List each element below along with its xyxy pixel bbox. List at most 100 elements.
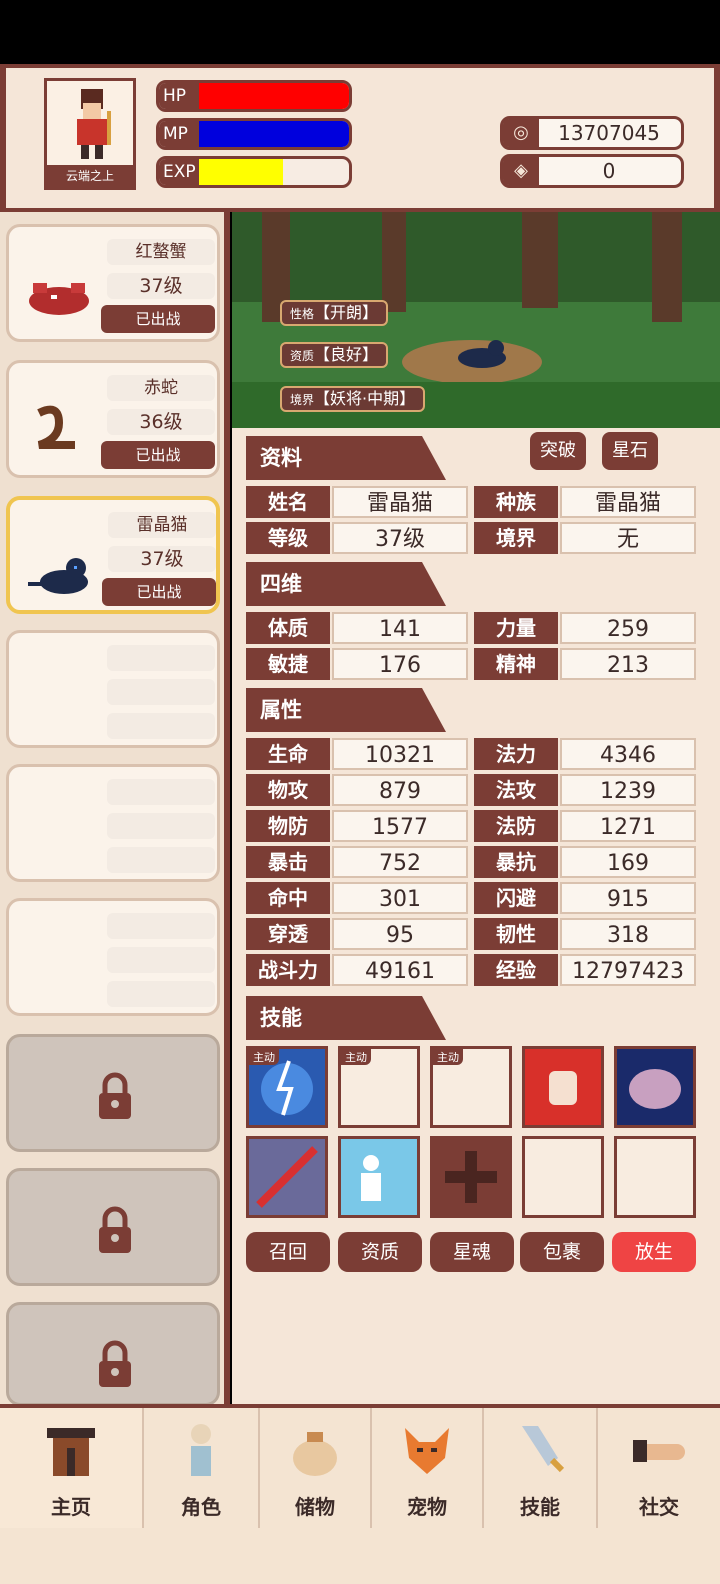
attr-value: 12797423 — [560, 954, 696, 986]
pet-slot-locked[interactable] — [6, 1302, 220, 1406]
pet-slot-locked[interactable] — [6, 1034, 220, 1152]
stat-key: 力量 — [474, 612, 558, 644]
info-row: 姓名 雷晶猫 种族 雷晶猫 — [246, 486, 698, 520]
attr-value: 4346 — [560, 738, 696, 770]
lock-icon — [99, 1340, 131, 1387]
bag-icon — [293, 1432, 337, 1476]
skill-slot-empty[interactable] — [522, 1136, 604, 1218]
nav-character-label: 角色 — [181, 1495, 221, 1519]
pet-slot[interactable]: 红螯蟹 37级 已出战 — [6, 224, 220, 342]
attr-key: 暴抗 — [474, 846, 558, 878]
pet-name: 赤蛇 — [107, 375, 215, 401]
gate-icon — [47, 1428, 95, 1476]
status-bar — [0, 0, 720, 64]
stat-value: 176 — [332, 648, 468, 680]
aptitude-value: 【良好】 — [314, 345, 379, 364]
realm-value: 【妖将·中期】 — [314, 389, 416, 408]
player-avatar[interactable]: 云端之上 — [44, 78, 136, 190]
attr-value: 10321 — [332, 738, 468, 770]
attr-value: 301 — [332, 882, 468, 914]
aptitude-tag: 资质【良好】 — [280, 342, 389, 368]
pet-deploy-button[interactable]: 已出战 — [101, 305, 215, 333]
release-button[interactable]: 放生 — [612, 1232, 696, 1272]
player-sprite-icon — [77, 89, 111, 159]
bottom-strip — [0, 1528, 720, 1584]
attr-key: 穿透 — [246, 918, 330, 950]
bag-button[interactable]: 包裹 — [520, 1232, 604, 1272]
attr-key: 命中 — [246, 882, 330, 914]
skill-slot-empty[interactable]: 主动 — [338, 1046, 420, 1128]
pet-slot-locked[interactable] — [6, 1168, 220, 1286]
mp-fill — [199, 121, 349, 147]
attr-value: 752 — [332, 846, 468, 878]
bottom-nav: 主页 角色 储物 宠物 技能 社交 — [0, 1404, 720, 1528]
pet-slot-empty[interactable] — [6, 898, 220, 1016]
attr-key: 经验 — [474, 954, 558, 986]
info-value: 雷晶猫 — [332, 486, 468, 518]
stat-value: 141 — [332, 612, 468, 644]
info-value: 雷晶猫 — [560, 486, 696, 518]
exp-bar: EXP — [156, 156, 352, 188]
crab-icon — [29, 283, 89, 315]
skill-slot[interactable]: 主动 — [246, 1046, 328, 1128]
skill-slot[interactable] — [338, 1136, 420, 1218]
nav-character[interactable]: 角色 — [144, 1408, 260, 1528]
attr-key: 法力 — [474, 738, 558, 770]
breakthrough-button[interactable]: 突破 — [530, 432, 586, 470]
attr-key: 闪避 — [474, 882, 558, 914]
starstone-button[interactable]: 星石 — [602, 432, 658, 470]
mp-label: MP — [159, 121, 199, 147]
nav-skills[interactable]: 技能 — [484, 1408, 598, 1528]
personality-value: 【开朗】 — [314, 303, 379, 322]
stat-row: 体质 141 力量 259 — [246, 612, 698, 646]
attr-key: 战斗力 — [246, 954, 330, 986]
attr-key: 物攻 — [246, 774, 330, 806]
slash-skill-icon — [249, 1139, 325, 1215]
starsoul-button[interactable]: 星魂 — [430, 1232, 514, 1272]
recall-button[interactable]: 召回 — [246, 1232, 330, 1272]
pet-slot-empty[interactable] — [6, 764, 220, 882]
realm-tag: 境界【妖将·中期】 — [280, 386, 426, 412]
skill-slot[interactable] — [246, 1136, 328, 1218]
pet-name: 雷晶猫 — [108, 512, 216, 538]
attr-value: 1577 — [332, 810, 468, 842]
attr-key: 暴击 — [246, 846, 330, 878]
nav-pets[interactable]: 宠物 — [372, 1408, 484, 1528]
section-attrs: 属性 — [246, 688, 446, 732]
skill-slot[interactable] — [614, 1046, 696, 1128]
nav-home[interactable]: 主页 — [0, 1408, 144, 1528]
info-key: 境界 — [474, 522, 558, 554]
pet-deploy-button[interactable]: 已出战 — [101, 441, 215, 469]
skill-active-tag: 主动 — [249, 1049, 279, 1065]
pet-level: 36级 — [107, 409, 215, 435]
hp-label: HP — [159, 83, 199, 109]
pet-deploy-button[interactable]: 已出战 — [102, 578, 216, 606]
add-skill-button[interactable] — [430, 1136, 512, 1218]
stat-row: 敏捷 176 精神 213 — [246, 648, 698, 682]
hp-fill — [199, 83, 349, 109]
stat-key: 体质 — [246, 612, 330, 644]
pet-slot[interactable]: 赤蛇 36级 已出战 — [6, 360, 220, 478]
speed-skill-icon — [341, 1139, 417, 1215]
pet-slot-selected[interactable]: 雷晶猫 37级 已出战 — [6, 496, 220, 614]
skill-slot[interactable] — [522, 1046, 604, 1128]
stat-key: 精神 — [474, 648, 558, 680]
nav-social[interactable]: 社交 — [598, 1408, 720, 1528]
stat-key: 敏捷 — [246, 648, 330, 680]
info-key: 姓名 — [246, 486, 330, 518]
pet-level: 37级 — [107, 273, 215, 299]
gold-value: 13707045 — [558, 121, 660, 145]
pet-level: 37级 — [108, 546, 216, 572]
pet-slot-empty[interactable] — [6, 630, 220, 748]
attr-row: 物攻 879 法攻 1239 — [246, 774, 698, 808]
stat-value: 259 — [560, 612, 696, 644]
lock-icon — [99, 1072, 131, 1119]
section-info: 资料 — [246, 436, 446, 480]
gem-value: 0 — [602, 159, 616, 183]
aptitude-button[interactable]: 资质 — [338, 1232, 422, 1272]
attr-value: 915 — [560, 882, 696, 914]
nav-home-label: 主页 — [51, 1495, 91, 1519]
skill-slot-empty[interactable]: 主动 — [430, 1046, 512, 1128]
skill-slot-empty[interactable] — [614, 1136, 696, 1218]
nav-storage[interactable]: 储物 — [260, 1408, 372, 1528]
